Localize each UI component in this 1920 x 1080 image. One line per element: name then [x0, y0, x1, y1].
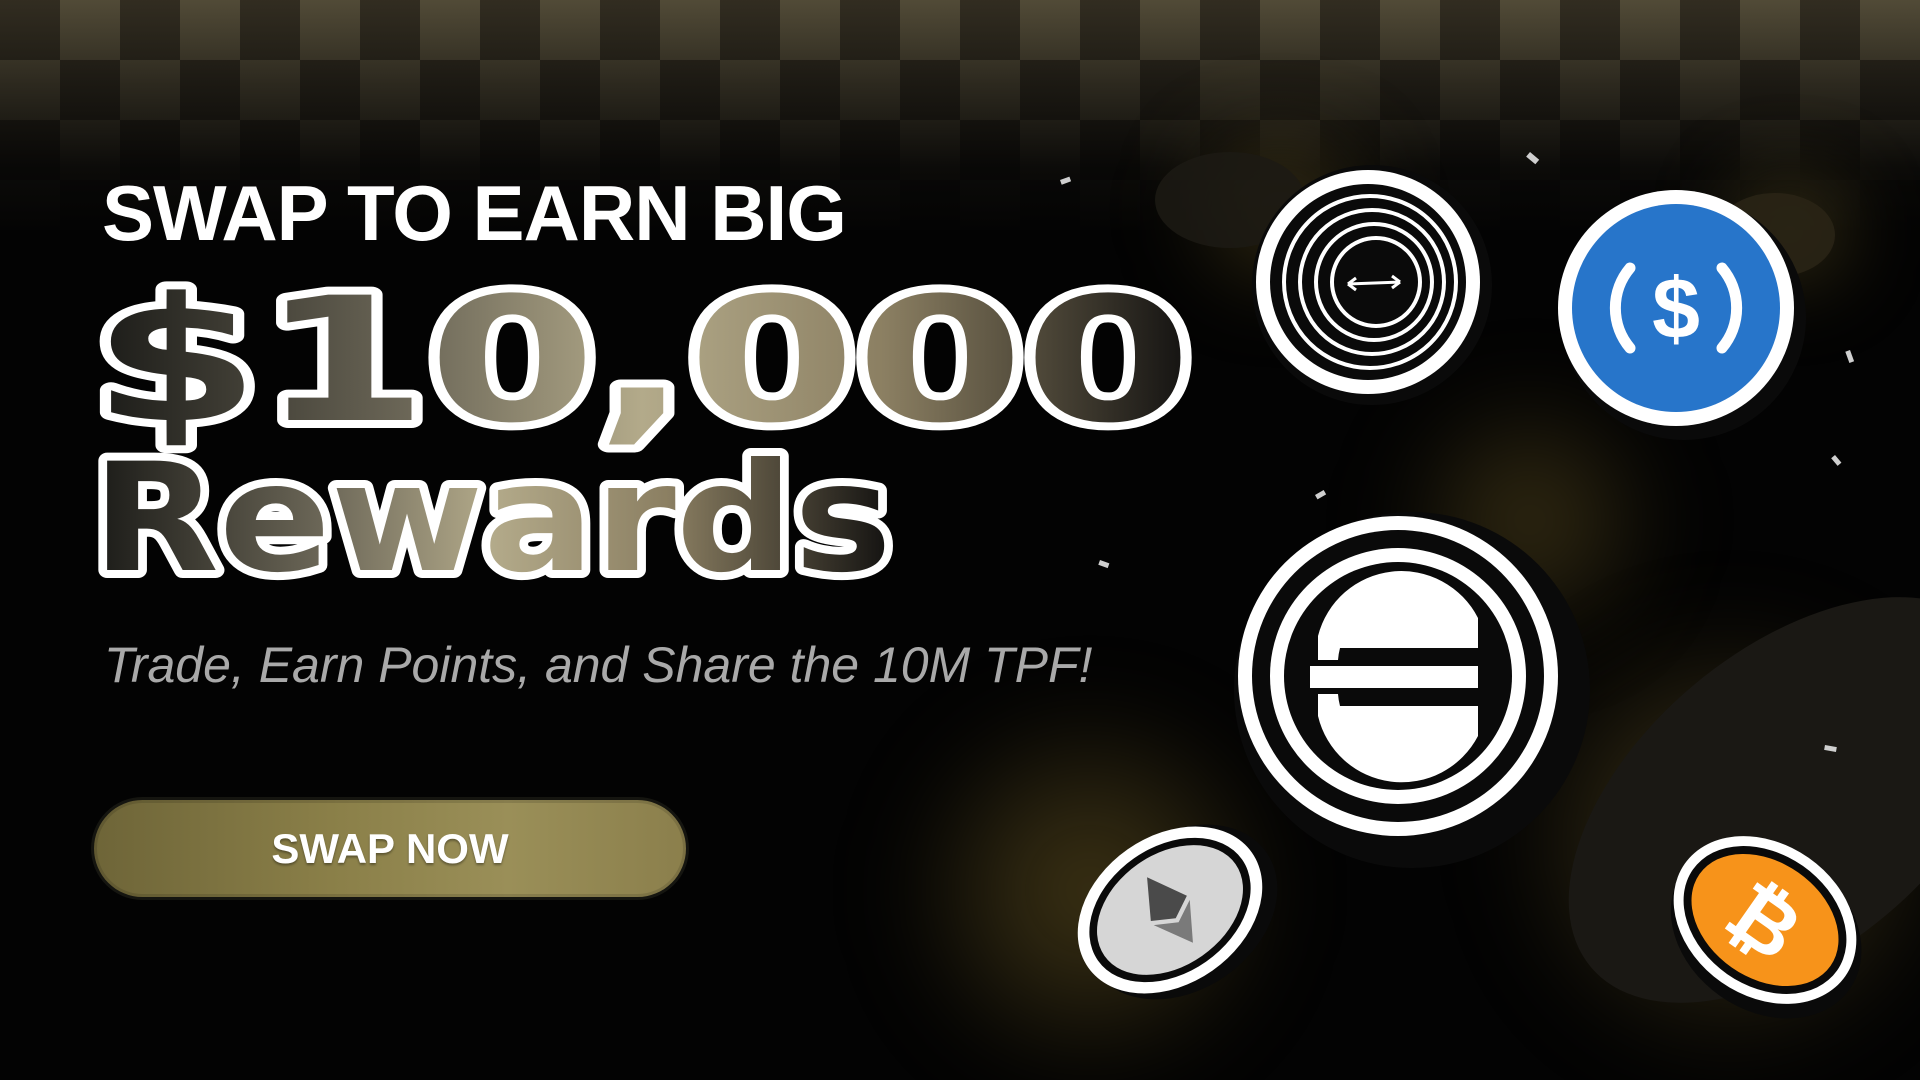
coins-illustration: $ ₿ [1059, 151, 1920, 1019]
usdc-dollar-glyph: $ [1652, 261, 1700, 357]
worldcoin-icon [1252, 165, 1492, 405]
solana-icon [1234, 512, 1590, 868]
ethereum-icon [1077, 824, 1278, 1000]
promo-banner: SWAP TO EARN BIG $10,000 Rewards Trade, … [0, 0, 1920, 1080]
